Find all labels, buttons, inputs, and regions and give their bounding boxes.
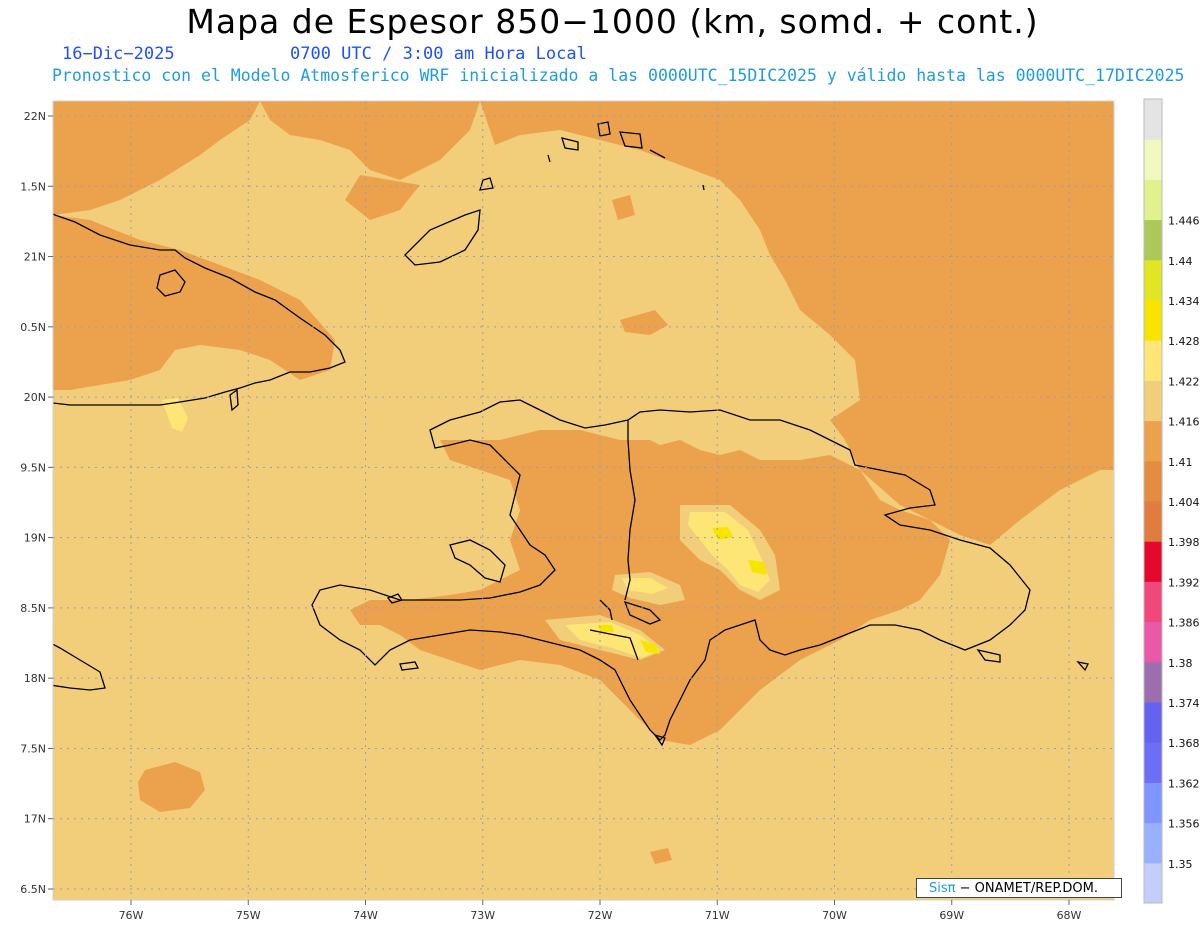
colorbar-level-label: 1.416 [1168, 416, 1200, 429]
colorbar-level-label: 1.422 [1168, 375, 1200, 388]
colorbar-level-label: 1.374 [1168, 697, 1200, 710]
lon-tick-label: 71W [705, 909, 730, 922]
credit-box: Sisπ − ONAMET/REP.DOM. [916, 878, 1122, 898]
lat-tick-label: 9.5N [20, 461, 46, 474]
lon-tick-label: 75W [236, 909, 261, 922]
colorbar-swatch [1144, 139, 1162, 180]
colorbar-level-label: 1.38 [1168, 657, 1193, 670]
colorbar-level-label: 1.392 [1168, 576, 1200, 589]
lon-tick-label: 69W [939, 909, 964, 922]
lat-tick-label: 1.5N [20, 180, 46, 193]
colorbar-swatch [1144, 862, 1162, 904]
colorbar-swatch [1144, 179, 1162, 221]
colorbar-swatch [1144, 380, 1162, 422]
colorbar: 1.35 1.356 1.362 1.368 1.374 1.38 1.386 1.392 1.… [1143, 98, 1200, 904]
colorbar-swatch [1144, 621, 1162, 663]
colorbar-swatch [1144, 259, 1162, 301]
lon-tick-label: 74W [353, 909, 378, 922]
colorbar-swatch [1144, 742, 1162, 783]
lat-tick-label: 22N [24, 110, 46, 123]
colorbar-level-label: 1.428 [1168, 335, 1200, 348]
colorbar-swatch [1144, 219, 1162, 261]
colorbar-swatch [1144, 420, 1162, 462]
colorbar-level-label: 1.446 [1168, 215, 1200, 228]
thickness-map: 76W 75W 74W 73W 72W 71W 70W 69W 68W 22N 1.5N 21N 0.5… [20, 98, 1200, 922]
lat-tick-label: 17N [24, 813, 46, 826]
colorbar-swatch [1144, 782, 1162, 824]
lat-tick-label: 6.5N [20, 883, 46, 896]
colorbar-level-label: 1.398 [1168, 536, 1200, 549]
colorbar-swatch [1144, 340, 1162, 381]
colorbar-swatch [1144, 661, 1162, 703]
colorbar-level-label: 1.386 [1168, 617, 1200, 630]
lon-tick-label: 70W [822, 909, 847, 922]
colorbar-level-label: 1.356 [1168, 818, 1200, 831]
colorbar-swatch [1144, 300, 1162, 341]
lat-tick-label: 19N [24, 532, 46, 545]
lon-tick-label: 68W [1057, 909, 1082, 922]
lat-tick-label: 8.5N [20, 602, 46, 615]
colorbar-swatch [1144, 501, 1162, 542]
colorbar-swatch [1144, 702, 1162, 743]
colorbar-level-label: 1.35 [1168, 858, 1193, 871]
lat-tick-label: 7.5N [20, 742, 46, 755]
colorbar-level-label: 1.368 [1168, 737, 1200, 750]
colorbar-swatch [1144, 460, 1162, 502]
lat-tick-label: 20N [24, 391, 46, 404]
colorbar-level-label: 1.44 [1168, 255, 1193, 268]
colorbar-level-label: 1.434 [1168, 295, 1200, 308]
lat-tick-label: 21N [24, 251, 46, 264]
colorbar-level-label: 1.41 [1168, 456, 1193, 469]
lon-tick-label: 76W [119, 909, 144, 922]
colorbar-swatch [1144, 581, 1162, 623]
lon-tick-label: 72W [588, 909, 613, 922]
credit-org: − ONAMET/REP.DOM. [955, 881, 1099, 896]
lat-tick-label: 18N [24, 672, 46, 685]
colorbar-level-label: 1.362 [1168, 777, 1200, 790]
colorbar-level-label: 1.404 [1168, 496, 1200, 509]
colorbar-swatch [1144, 541, 1162, 582]
lon-tick-label: 73W [470, 909, 495, 922]
colorbar-swatch [1144, 99, 1162, 140]
lat-tick-label: 0.5N [20, 321, 46, 334]
credit-brand: Sisπ [929, 881, 956, 896]
colorbar-swatch [1144, 822, 1162, 864]
